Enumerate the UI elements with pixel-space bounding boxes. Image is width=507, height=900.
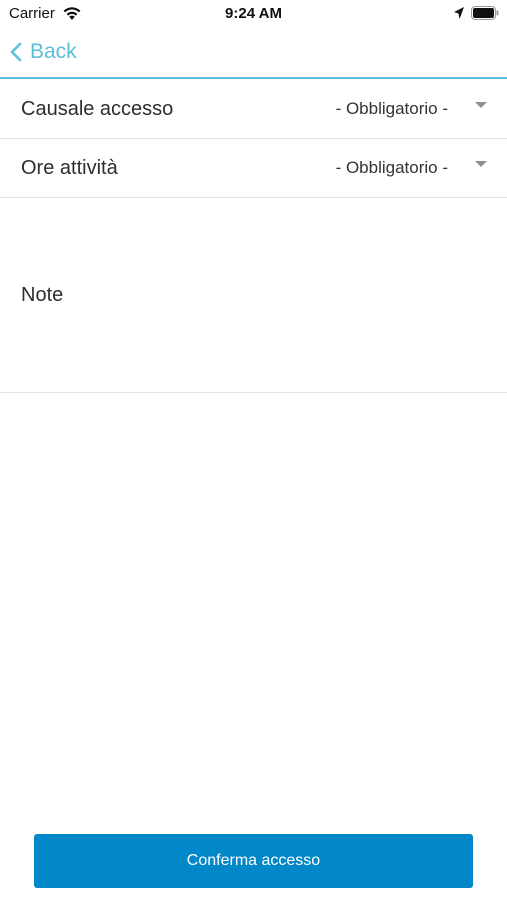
conferma-accesso-button[interactable]: Conferma accesso xyxy=(34,834,473,888)
location-arrow-icon xyxy=(454,7,464,19)
dropdown-arrow-icon xyxy=(475,102,487,108)
status-bar: Carrier 9:24 AM xyxy=(0,0,507,28)
dropdown-arrow-icon xyxy=(475,161,487,167)
clock-time: 9:24 AM xyxy=(225,5,282,22)
ore-attivita-label: Ore attività xyxy=(21,156,118,179)
back-button[interactable]: Back xyxy=(10,40,77,64)
ore-attivita-value: - Obbligatorio - xyxy=(335,158,448,177)
note-field[interactable]: Note xyxy=(0,197,507,393)
ore-attivita-select[interactable]: Ore attività - Obbligatorio - xyxy=(0,139,507,198)
battery-icon xyxy=(471,6,499,20)
back-label: Back xyxy=(30,40,77,63)
causale-accesso-label: Causale accesso xyxy=(21,97,174,120)
causale-accesso-value: - Obbligatorio - xyxy=(335,99,448,118)
navigation-bar: Back xyxy=(0,28,507,79)
causale-accesso-select[interactable]: Causale accesso - Obbligatorio - xyxy=(0,80,507,139)
chevron-left-icon xyxy=(10,42,22,62)
note-label: Note xyxy=(21,284,64,306)
